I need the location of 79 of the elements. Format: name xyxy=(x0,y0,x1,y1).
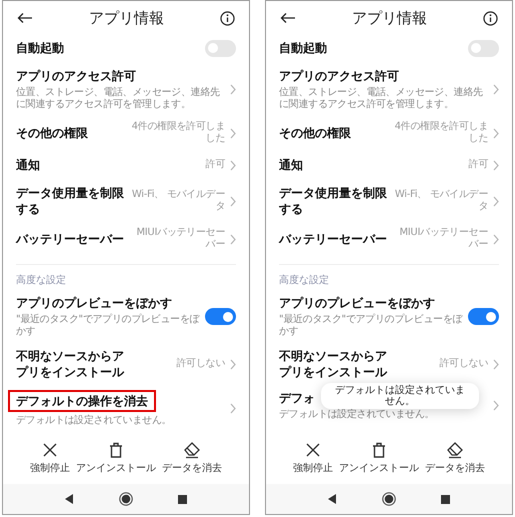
chevron-right-icon xyxy=(492,234,499,244)
trash-icon xyxy=(107,441,125,459)
chevron-right-icon xyxy=(229,358,236,370)
action-button[interactable]: 強制停止 xyxy=(30,441,70,476)
setting-title[interactable]: デフォ xyxy=(279,390,315,406)
action-button[interactable]: アンインストール xyxy=(339,441,419,476)
toggle-switch[interactable] xyxy=(468,40,499,56)
setting-title[interactable]: 不明なソースからアプリをインストール xyxy=(279,348,391,380)
setting-title[interactable]: 通知 xyxy=(279,157,303,173)
close-icon xyxy=(304,441,322,459)
setting-description: デフォルトは設定されていません。 xyxy=(279,409,436,421)
setting-title[interactable]: 不明なソースからアプリをインストール xyxy=(16,348,128,380)
setting-description: 位置、ストレージ、電話、メッセージ、連絡先に関連するアクセス許可を管理します。 xyxy=(279,87,484,111)
setting-description: デフォルトは設定されていません。 xyxy=(16,415,172,427)
screen-title: アプリ情報 xyxy=(352,8,427,29)
setting-title[interactable]: デフォルトの操作を消去 xyxy=(8,390,156,412)
action-button[interactable]: データを消去 xyxy=(425,441,485,476)
chevron-right-icon xyxy=(492,400,499,411)
back-icon xyxy=(17,12,33,24)
setting-title[interactable]: アプリのアクセス許可 xyxy=(279,68,399,84)
chevron-right-icon xyxy=(492,358,499,370)
chevron-right-icon xyxy=(229,403,236,414)
recents-icon xyxy=(440,494,450,504)
close-icon xyxy=(41,441,59,459)
chevron-right-icon xyxy=(492,128,499,138)
chevron-right-icon xyxy=(492,196,499,206)
section-heading: 高度な設定 xyxy=(16,274,67,288)
setting-title[interactable]: 通知 xyxy=(16,157,40,173)
setting-title[interactable]: バッテリーセーバー xyxy=(16,231,124,247)
setting-value: 許可しない xyxy=(439,358,488,370)
setting-title[interactable]: データ使用量を制限する xyxy=(279,185,391,217)
setting-value: Wi-Fi、 モバイルデータ xyxy=(394,189,488,213)
setting-title[interactable]: バッテリーセーバー xyxy=(279,231,387,247)
setting-description: "最近のタスク"でアプリのプレビューをぼかす xyxy=(16,314,201,338)
setting-value: 許可しない xyxy=(176,358,225,370)
back-triangle-icon xyxy=(328,494,338,504)
action-button[interactable]: アンインストール xyxy=(76,441,156,476)
chevron-right-icon xyxy=(229,128,236,138)
screen-title: アプリ情報 xyxy=(89,8,164,29)
back-icon xyxy=(280,12,296,24)
info-icon xyxy=(483,10,498,26)
notice-toast: デフォルトは設定されていません。 xyxy=(321,383,479,409)
setting-value: MIUIバッテリーセーバー xyxy=(135,227,225,251)
toggle-switch[interactable] xyxy=(205,308,236,325)
info-icon xyxy=(220,10,235,26)
action-button[interactable]: 強制停止 xyxy=(293,441,333,476)
chevron-right-icon xyxy=(492,160,499,170)
section-heading: 高度な設定 xyxy=(279,274,330,288)
setting-title[interactable]: アプリのプレビューをぼかす xyxy=(16,295,172,311)
home-icon xyxy=(118,492,133,506)
chevron-right-icon xyxy=(492,84,499,95)
setting-value: 許可 xyxy=(468,159,488,171)
back-triangle-icon xyxy=(65,494,74,504)
chevron-right-icon xyxy=(229,160,236,170)
setting-value: 4件の権限を許可しました xyxy=(394,121,488,145)
toggle-switch[interactable] xyxy=(205,40,236,56)
setting-description: 位置、ストレージ、電話、メッセージ、連絡先に関連するアクセス許可を管理します。 xyxy=(16,87,221,111)
chevron-right-icon xyxy=(229,234,236,244)
setting-value: 4件の権限を許可しました xyxy=(130,121,225,145)
chevron-right-icon xyxy=(229,84,236,95)
eraser-icon xyxy=(183,441,201,459)
setting-value: 許可 xyxy=(206,159,225,171)
trash-icon xyxy=(370,441,388,459)
action-button[interactable]: データを消去 xyxy=(162,441,222,476)
toggle-switch[interactable] xyxy=(468,308,499,325)
setting-title[interactable]: その他の権限 xyxy=(16,125,88,141)
chevron-right-icon xyxy=(229,196,236,206)
setting-description: "最近のタスク"でアプリのプレビューをぼかす xyxy=(279,314,464,338)
setting-title[interactable]: アプリのアクセス許可 xyxy=(16,68,136,84)
setting-value: MIUIバッテリーセーバー xyxy=(398,227,488,251)
recents-icon xyxy=(178,494,187,504)
setting-title[interactable]: 自動起動 xyxy=(16,40,64,56)
home-icon xyxy=(382,492,396,506)
setting-value: Wi-Fi、 モバイルデータ xyxy=(130,189,225,213)
setting-title[interactable]: 自動起動 xyxy=(279,40,327,56)
eraser-icon xyxy=(446,441,464,459)
setting-title[interactable]: アプリのプレビューをぼかす xyxy=(279,295,435,311)
setting-title[interactable]: データ使用量を制限する xyxy=(16,185,128,217)
setting-title[interactable]: その他の権限 xyxy=(279,125,351,141)
